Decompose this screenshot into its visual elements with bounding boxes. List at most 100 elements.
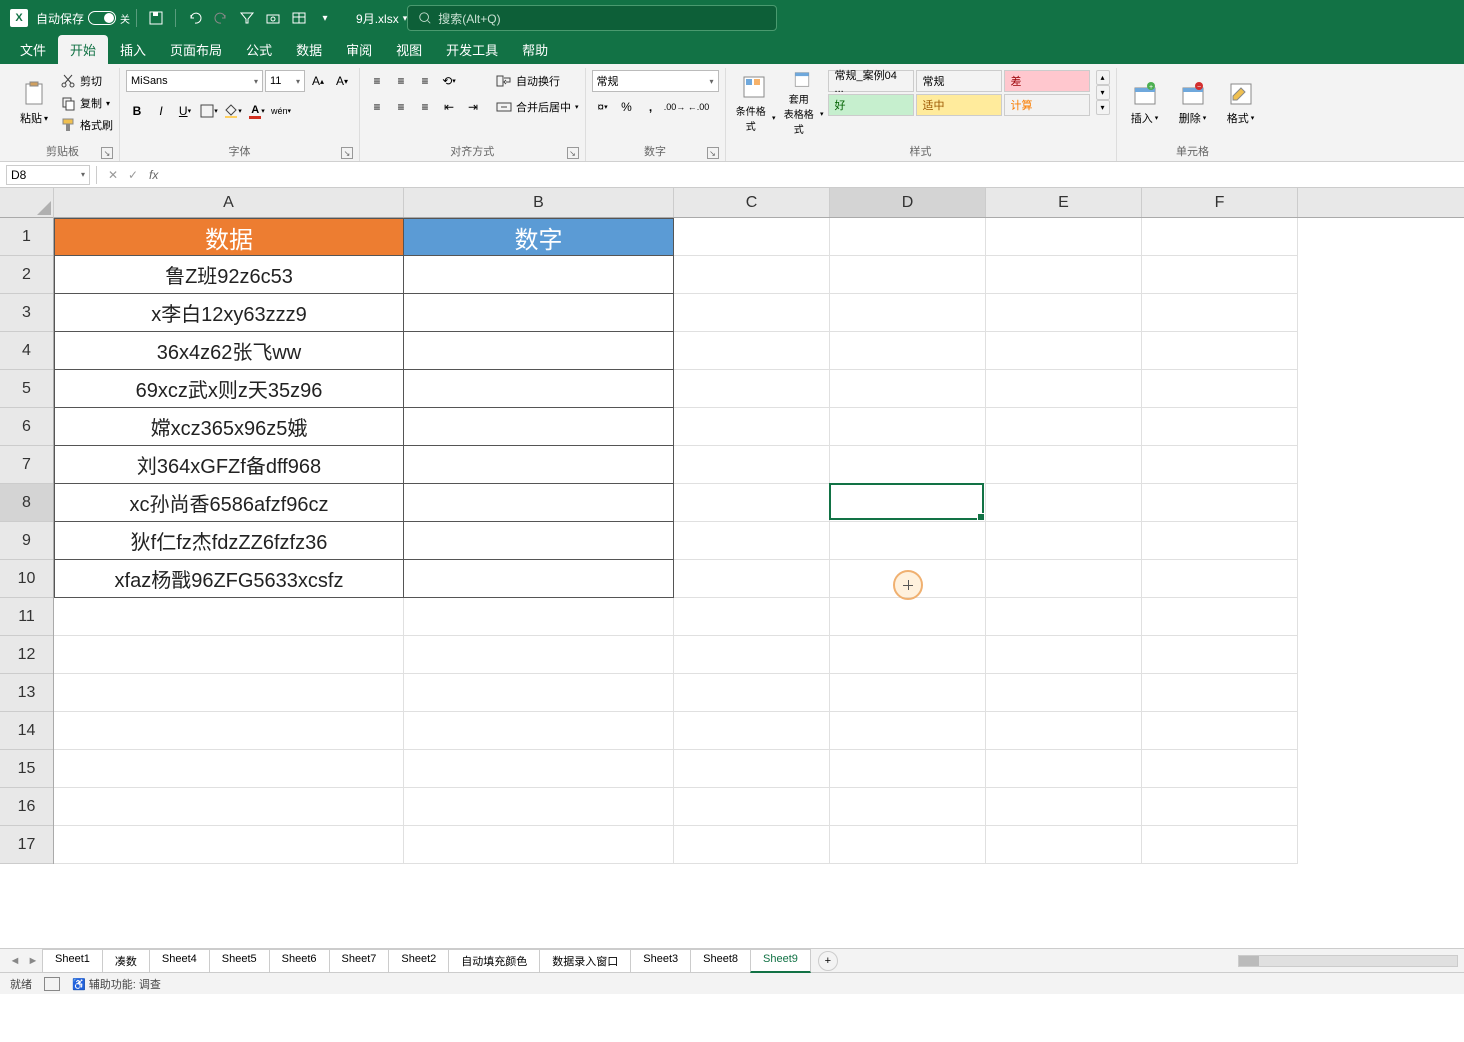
- format-as-table-button[interactable]: 套用 表格格式▾: [780, 70, 824, 136]
- add-sheet-button[interactable]: +: [818, 951, 838, 971]
- cell[interactable]: [404, 788, 674, 826]
- border-button[interactable]: ▾: [198, 100, 220, 122]
- cell[interactable]: [986, 826, 1142, 864]
- cell[interactable]: [404, 826, 674, 864]
- cell[interactable]: [1142, 522, 1298, 560]
- sheet-tab[interactable]: 数据录入窗口: [539, 949, 631, 973]
- cell[interactable]: [1142, 256, 1298, 294]
- cell[interactable]: [986, 522, 1142, 560]
- cell[interactable]: [54, 712, 404, 750]
- customize-qat-icon[interactable]: ▾: [314, 7, 336, 29]
- style-tile[interactable]: 好: [828, 94, 914, 116]
- cell[interactable]: [404, 750, 674, 788]
- cell[interactable]: [404, 712, 674, 750]
- cell[interactable]: [404, 294, 674, 332]
- fx-icon[interactable]: fx: [149, 168, 158, 182]
- cell[interactable]: [674, 446, 830, 484]
- decrease-decimal-icon[interactable]: ←.00: [688, 96, 710, 118]
- cell[interactable]: [1142, 712, 1298, 750]
- cell[interactable]: [830, 560, 986, 598]
- cell[interactable]: [674, 370, 830, 408]
- cell[interactable]: [54, 636, 404, 674]
- cell[interactable]: [830, 218, 986, 256]
- cell[interactable]: [986, 750, 1142, 788]
- underline-button[interactable]: U▾: [174, 100, 196, 122]
- italic-button[interactable]: I: [150, 100, 172, 122]
- column-header[interactable]: F: [1142, 188, 1298, 217]
- style-tile[interactable]: 常规: [916, 70, 1002, 92]
- cell[interactable]: [1142, 674, 1298, 712]
- redo-icon[interactable]: [210, 7, 232, 29]
- align-center-icon[interactable]: ≡: [390, 96, 412, 118]
- cell[interactable]: 数据: [54, 218, 404, 256]
- row-header[interactable]: 7: [0, 446, 53, 484]
- cell[interactable]: [1142, 636, 1298, 674]
- cell[interactable]: [986, 294, 1142, 332]
- row-header[interactable]: 16: [0, 788, 53, 826]
- cell[interactable]: [986, 636, 1142, 674]
- cell[interactable]: [1142, 598, 1298, 636]
- row-header[interactable]: 5: [0, 370, 53, 408]
- cell[interactable]: 鲁Z班92z6c53: [54, 256, 404, 294]
- cell[interactable]: [986, 598, 1142, 636]
- cell[interactable]: [674, 598, 830, 636]
- filename-label[interactable]: 9月.xlsx ▾: [356, 10, 407, 27]
- sheet-tab[interactable]: Sheet6: [269, 949, 330, 973]
- increase-indent-icon[interactable]: ⇥: [462, 96, 484, 118]
- cell[interactable]: [830, 522, 986, 560]
- cell[interactable]: [830, 826, 986, 864]
- cell[interactable]: [674, 408, 830, 446]
- sheet-tab[interactable]: Sheet9: [750, 949, 811, 973]
- decrease-indent-icon[interactable]: ⇤: [438, 96, 460, 118]
- search-input[interactable]: 搜索(Alt+Q): [407, 5, 777, 31]
- cell[interactable]: [674, 750, 830, 788]
- row-header[interactable]: 15: [0, 750, 53, 788]
- cell[interactable]: [1142, 484, 1298, 522]
- cell[interactable]: [830, 750, 986, 788]
- cell[interactable]: 69xcz武x则z天35z96: [54, 370, 404, 408]
- style-tile[interactable]: 常规_案例04 ...: [828, 70, 914, 92]
- cell[interactable]: [404, 484, 674, 522]
- cell[interactable]: [830, 636, 986, 674]
- cell[interactable]: [404, 522, 674, 560]
- cell[interactable]: [674, 788, 830, 826]
- cell[interactable]: [830, 446, 986, 484]
- cancel-formula-icon[interactable]: ✕: [103, 165, 123, 185]
- cell[interactable]: [674, 636, 830, 674]
- cell[interactable]: [404, 370, 674, 408]
- cell[interactable]: [830, 370, 986, 408]
- column-header[interactable]: C: [674, 188, 830, 217]
- copy-button[interactable]: 复制▾: [60, 92, 113, 114]
- menu-tab-文件[interactable]: 文件: [8, 35, 58, 64]
- format-painter-button[interactable]: 格式刷: [60, 114, 113, 136]
- format-cells-button[interactable]: 格式▾: [1219, 70, 1263, 136]
- menu-tab-审阅[interactable]: 审阅: [334, 35, 384, 64]
- sheet-tab[interactable]: 自动填充颜色: [448, 949, 540, 973]
- menu-tab-页面布局[interactable]: 页面布局: [158, 35, 234, 64]
- cell[interactable]: [674, 332, 830, 370]
- row-header[interactable]: 10: [0, 560, 53, 598]
- sheet-tab[interactable]: Sheet4: [149, 949, 210, 973]
- formula-input[interactable]: [164, 165, 1464, 185]
- tab-scroll-right-icon[interactable]: ►: [24, 955, 42, 967]
- row-header[interactable]: 17: [0, 826, 53, 864]
- row-header[interactable]: 1: [0, 218, 53, 256]
- increase-decimal-icon[interactable]: .00→: [664, 96, 686, 118]
- cell[interactable]: [986, 484, 1142, 522]
- phonetic-button[interactable]: wén▾: [270, 100, 292, 122]
- menu-tab-视图[interactable]: 视图: [384, 35, 434, 64]
- cell[interactable]: [986, 256, 1142, 294]
- cell[interactable]: [54, 598, 404, 636]
- cell[interactable]: 36x4z62张飞ww: [54, 332, 404, 370]
- cell[interactable]: [54, 826, 404, 864]
- font-family-combo[interactable]: MiSans▾: [126, 70, 263, 92]
- cell[interactable]: xfaz杨戬96ZFG5633xcsfz: [54, 560, 404, 598]
- fill-color-button[interactable]: ▾: [222, 100, 244, 122]
- style-tile[interactable]: 计算: [1004, 94, 1090, 116]
- cell[interactable]: [986, 370, 1142, 408]
- sheet-tab[interactable]: Sheet8: [690, 949, 751, 973]
- cell[interactable]: [986, 560, 1142, 598]
- gallery-more-icon[interactable]: ▾: [1096, 100, 1110, 115]
- cell[interactable]: [404, 636, 674, 674]
- gallery-up-icon[interactable]: ▴: [1096, 70, 1110, 85]
